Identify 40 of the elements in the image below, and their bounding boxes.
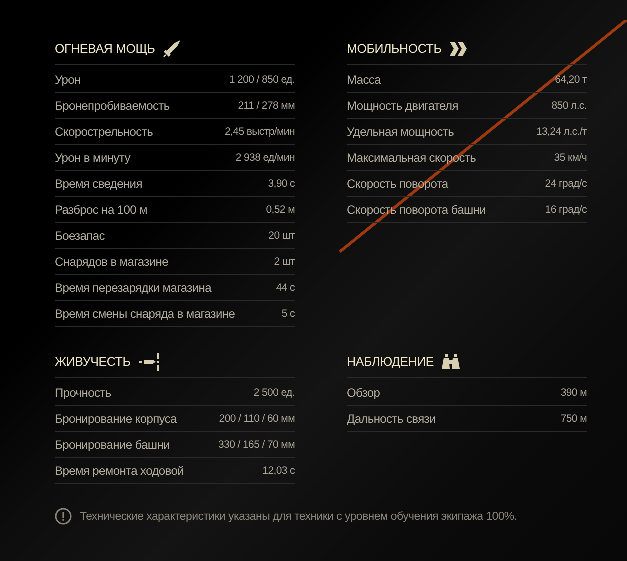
stat-label: Прочность: [55, 386, 112, 400]
stat-label: Скорострельность: [55, 124, 154, 138]
stat-value: 211 / 278 мм: [238, 100, 295, 112]
stat-value: 200 / 110 / 60 мм: [219, 412, 295, 424]
sword-icon: [163, 40, 182, 58]
stat-label: Время ремонта ходовой: [55, 464, 184, 478]
stat-value: 5 с: [282, 308, 295, 320]
stat-label: Обзор: [347, 386, 380, 400]
stat-label: Урон в минуту: [55, 150, 130, 164]
stat-label: Время перезарядки магазина: [55, 280, 212, 294]
stat-value: 390 м: [560, 386, 587, 398]
stat-label: Бронирование корпуса: [55, 412, 177, 426]
stat-label: Снарядов в магазине: [55, 254, 168, 268]
stat-label: Разброс на 100 м: [55, 202, 148, 216]
stat-label: Время смены снаряда в магазине: [55, 306, 236, 320]
stat-value: 2 500 ед.: [254, 386, 295, 398]
stat-value: 0,52 м: [266, 204, 295, 216]
shell-icon: [138, 353, 161, 371]
stat-label: Бронирование башни: [55, 438, 170, 452]
footnote-text: Технические характеристики указаны для техники с уровнем обучения экипажа 100%.: [80, 510, 518, 522]
info-icon: [55, 508, 72, 525]
stat-label: Боезапас: [55, 228, 105, 242]
stat-value: 330 / 165 / 70 мм: [218, 438, 295, 450]
section-title: ЖИВУЧЕСТЬ: [55, 355, 131, 369]
stat-label: Дальность связи: [347, 412, 436, 426]
binoculars-icon: [442, 354, 460, 370]
section-title: ОГНЕВАЯ МОЩЬ: [55, 42, 156, 56]
stat-value: 12,03 с: [262, 464, 295, 476]
stat-label: Бронепробиваемость: [55, 98, 170, 112]
stat-value: 20 шт: [268, 230, 295, 242]
stat-value: 2 шт: [274, 256, 295, 268]
stat-value: 2 938 ед/мин: [236, 152, 295, 164]
stat-value: 1 200 / 850 ед.: [229, 74, 295, 86]
stat-value: 2,45 выстр/мин: [225, 126, 295, 138]
stat-value: 44 с: [276, 282, 295, 294]
section-title: НАБЛЮДЕНИЕ: [347, 355, 434, 369]
stat-label: Время сведения: [55, 176, 142, 190]
stat-value: 3,90 с: [268, 178, 295, 190]
stat-value: 750 м: [560, 412, 587, 424]
stat-label: Урон: [55, 72, 81, 86]
